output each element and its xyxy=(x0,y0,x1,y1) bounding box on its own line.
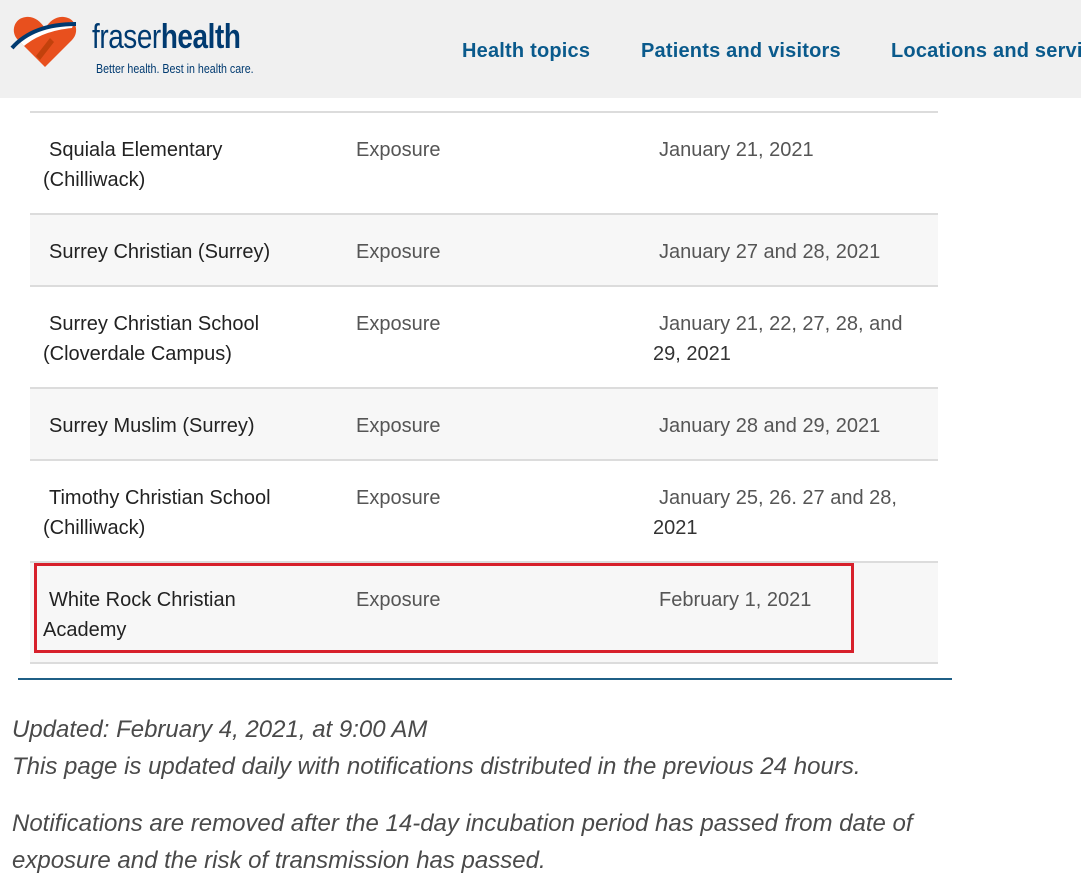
heart-logo-icon xyxy=(10,16,77,68)
school-location: (Cloverdale Campus) xyxy=(43,343,232,365)
red-highlight-box xyxy=(34,563,854,653)
nav-health-topics[interactable]: Health topics xyxy=(462,40,590,63)
notification-type: Exposure xyxy=(356,313,441,335)
removal-note-line2: exposure and the risk of transmission ha… xyxy=(12,847,546,874)
school-name: Timothy Christian School xyxy=(49,487,271,509)
exposure-dates-continued: 2021 xyxy=(653,517,698,539)
exposure-dates: January 27 and 28, 2021 xyxy=(659,241,881,263)
table-row: Surrey Muslim (Surrey) Exposure January … xyxy=(30,387,938,459)
exposure-dates: January 28 and 29, 2021 xyxy=(659,415,881,437)
school-location: (Chilliwack) xyxy=(43,517,146,539)
school-name: Surrey Christian School xyxy=(49,313,260,335)
exposure-dates: January 21, 22, 27, 28, and xyxy=(659,313,903,335)
exposure-dates-continued: 29, 2021 xyxy=(653,343,731,365)
updated-timestamp: Updated: February 4, 2021, at 9:00 AM xyxy=(12,716,428,743)
notification-type: Exposure xyxy=(356,487,441,509)
table-bottom-border xyxy=(30,662,938,664)
logo-word-fraser: fraser xyxy=(92,18,161,56)
update-notes: Updated: February 4, 2021, at 9:00 AM Th… xyxy=(12,711,1072,879)
site-header: fraserhealth Better health. Best in heal… xyxy=(0,0,1081,98)
school-name: Surrey Christian (Surrey) xyxy=(49,241,271,263)
table-row: Timothy Christian School (Chilliwack) Ex… xyxy=(30,459,938,561)
table-row: Squiala Elementary (Chilliwack) Exposure… xyxy=(30,111,938,213)
table-row: Surrey Christian School (Cloverdale Camp… xyxy=(30,285,938,387)
school-name: Squiala Elementary xyxy=(49,139,223,161)
notification-type: Exposure xyxy=(356,415,441,437)
school-name: Surrey Muslim (Surrey) xyxy=(49,415,255,437)
removal-note-line1: Notifications are removed after the 14-d… xyxy=(12,810,913,837)
notification-type: Exposure xyxy=(356,139,441,161)
logo-word-health: health xyxy=(160,18,241,56)
logo-wordmark: fraserhealth xyxy=(92,18,241,56)
update-frequency-note: This page is updated daily with notifica… xyxy=(12,753,861,780)
section-divider xyxy=(18,678,952,680)
exposure-dates: January 21, 2021 xyxy=(659,139,814,161)
logo-tagline: Better health. Best in health care. xyxy=(96,61,254,76)
table-row: Surrey Christian (Surrey) Exposure Janua… xyxy=(30,213,938,285)
fraserhealth-logo[interactable]: fraserhealth Better health. Best in heal… xyxy=(10,10,254,80)
nav-patients-and-visitors[interactable]: Patients and visitors xyxy=(641,40,841,63)
school-location: (Chilliwack) xyxy=(43,169,146,191)
exposure-dates: January 25, 26. 27 and 28, xyxy=(659,487,897,509)
nav-locations-and-services[interactable]: Locations and servic xyxy=(891,40,1081,63)
notification-type: Exposure xyxy=(356,241,441,263)
